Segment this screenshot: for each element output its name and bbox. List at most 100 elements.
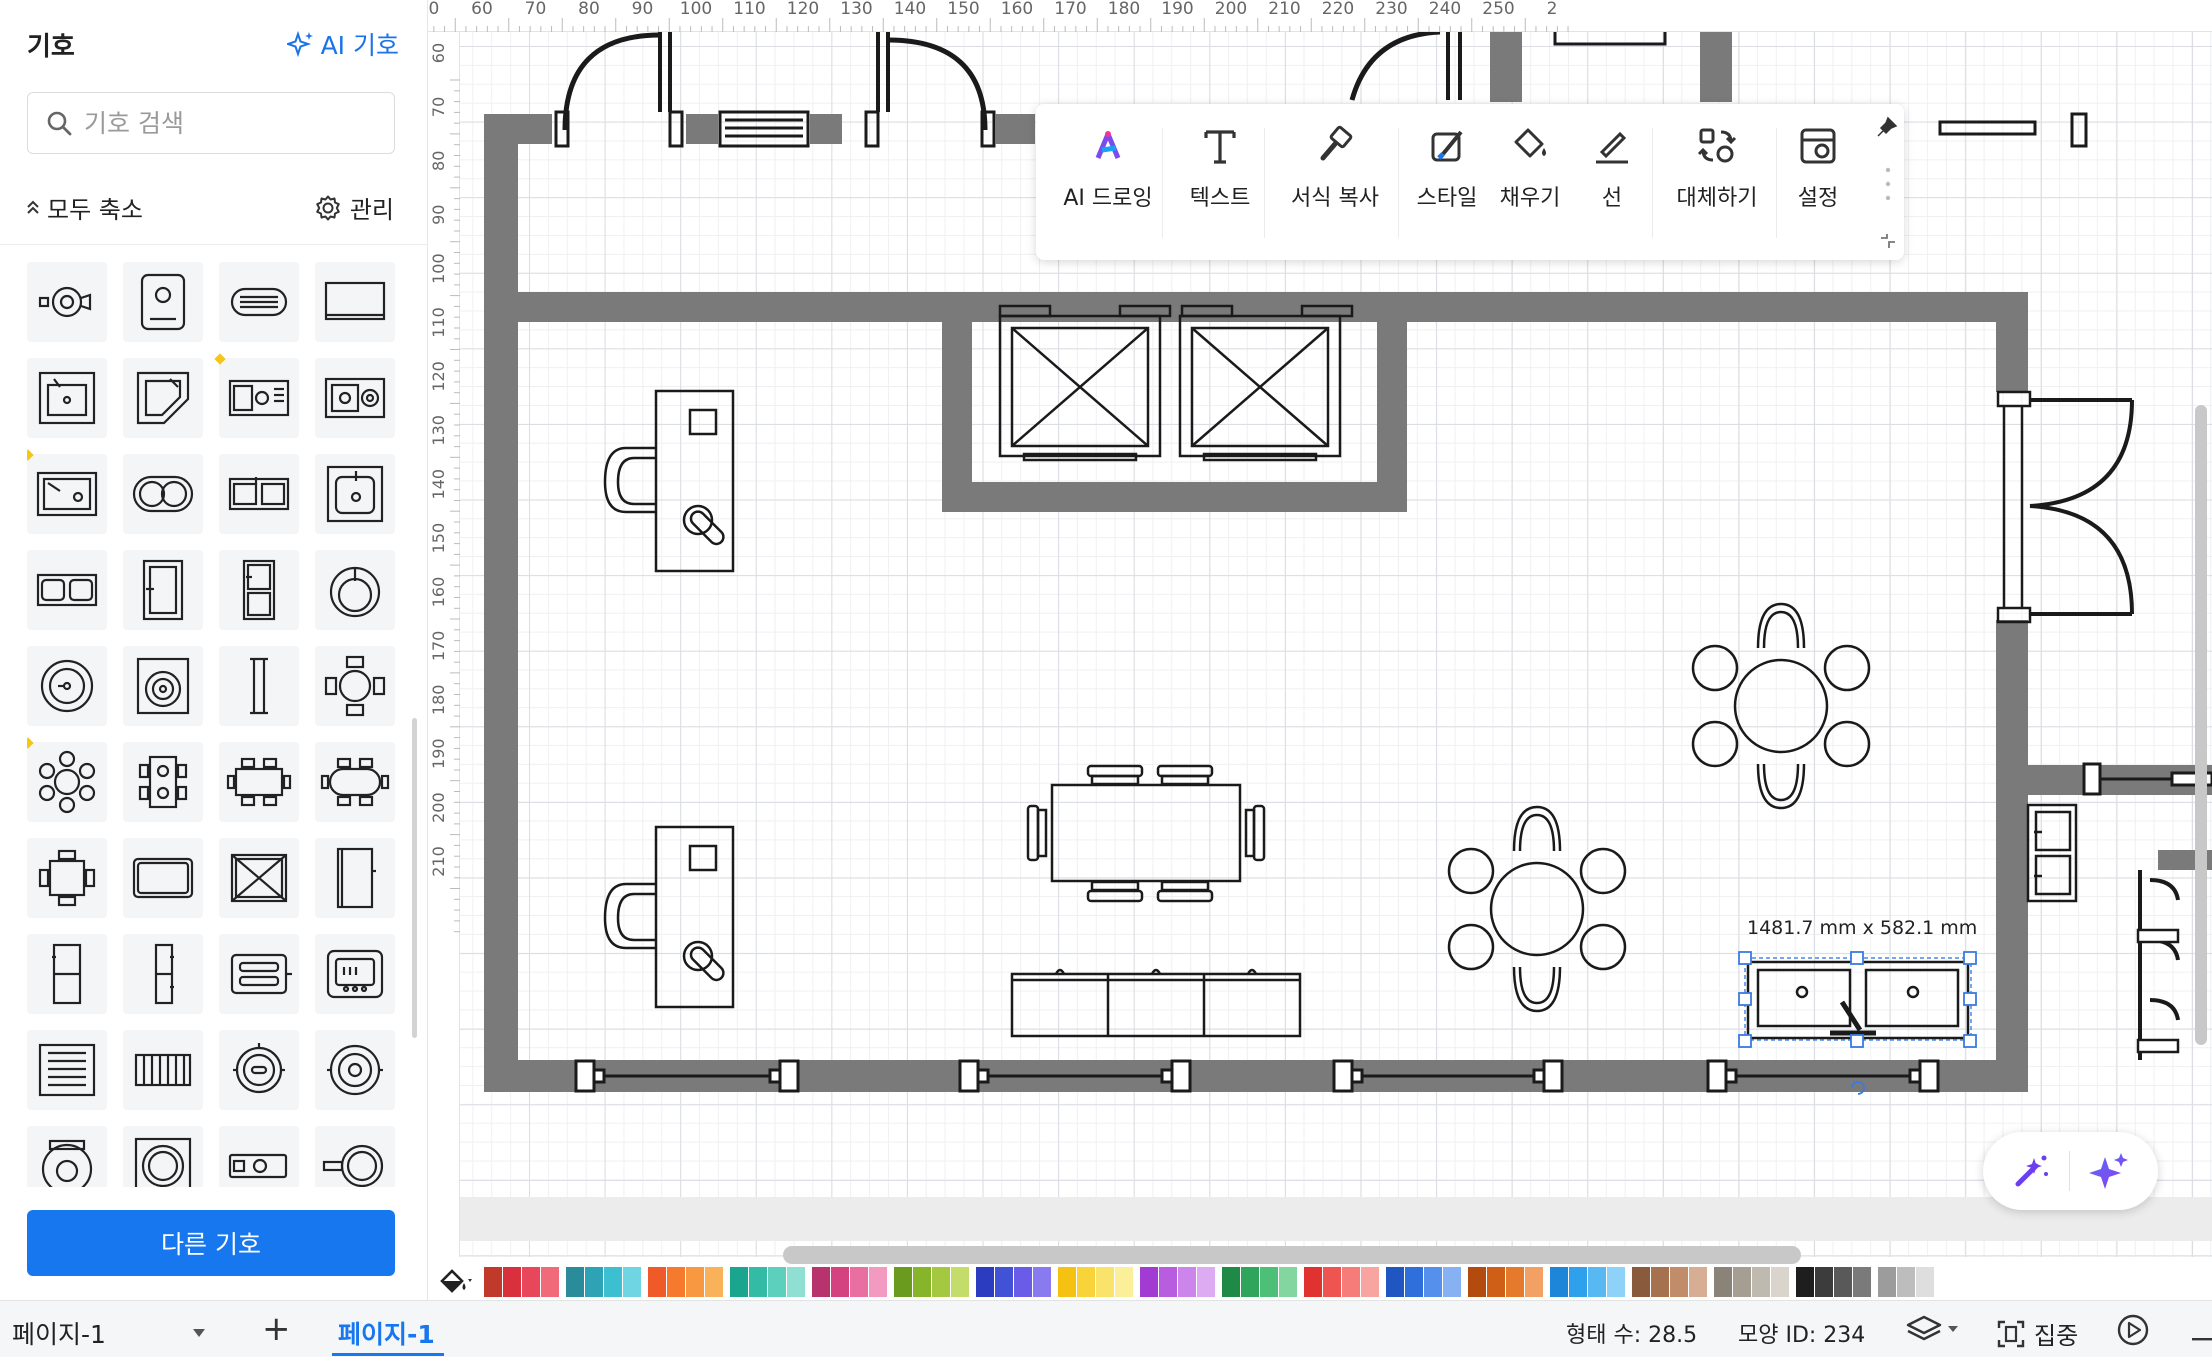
manage-button[interactable]: 관리: [314, 190, 394, 225]
color-swatch[interactable]: [1651, 1267, 1669, 1297]
symbol-round-cooker-large[interactable]: [315, 1030, 395, 1110]
panel-scrollbar[interactable]: [412, 718, 417, 1038]
symbol-grill[interactable]: [219, 262, 299, 342]
color-swatch[interactable]: [1361, 1267, 1379, 1297]
symbol-storage-box[interactable]: [219, 838, 299, 918]
color-swatch[interactable]: [869, 1267, 887, 1297]
symbol-radiator[interactable]: [27, 1030, 107, 1110]
color-swatch[interactable]: [1096, 1267, 1114, 1297]
tab-page-1[interactable]: 페이지-1: [338, 1315, 435, 1351]
fill-button[interactable]: 채우기: [1492, 124, 1568, 212]
add-page-button[interactable]: +: [262, 1309, 291, 1349]
color-swatch[interactable]: [1897, 1267, 1915, 1297]
color-swatch[interactable]: [932, 1267, 950, 1297]
play-button[interactable]: [2116, 1313, 2150, 1351]
color-swatch[interactable]: [705, 1267, 723, 1297]
color-swatch[interactable]: [1077, 1267, 1095, 1297]
symbol-toaster[interactable]: [219, 934, 299, 1014]
color-swatch[interactable]: [604, 1267, 622, 1297]
color-swatch[interactable]: [1733, 1267, 1751, 1297]
symbol-round-table-4[interactable]: [315, 646, 395, 726]
color-swatch[interactable]: [1796, 1267, 1814, 1297]
color-swatch[interactable]: [1487, 1267, 1505, 1297]
layers-button[interactable]: [1906, 1313, 1962, 1349]
color-swatch[interactable]: [1342, 1267, 1360, 1297]
color-swatch[interactable]: [1853, 1267, 1871, 1297]
color-swatch[interactable]: [503, 1267, 521, 1297]
color-swatch[interactable]: [1815, 1267, 1833, 1297]
color-swatch[interactable]: [1304, 1267, 1322, 1297]
focus-mode-button[interactable]: 집중: [1996, 1316, 2078, 1351]
symbol-sofa[interactable]: [123, 838, 203, 918]
symbol-sink-drainboard[interactable]: [315, 358, 395, 438]
color-swatch[interactable]: [1525, 1267, 1543, 1297]
color-swatch[interactable]: [1714, 1267, 1732, 1297]
color-swatch[interactable]: [1771, 1267, 1789, 1297]
stalls-right-edge[interactable]: [2136, 870, 2180, 1060]
symbol-square-sink[interactable]: [315, 454, 395, 534]
color-swatch[interactable]: [1588, 1267, 1606, 1297]
fill-color-button[interactable]: [428, 1267, 484, 1297]
symbol-heater[interactable]: [123, 1030, 203, 1110]
replace-button[interactable]: 대체하기: [1662, 124, 1772, 212]
color-swatch[interactable]: [913, 1267, 931, 1297]
more-vertical-icon[interactable]: [1884, 164, 1892, 204]
color-swatch[interactable]: [1241, 1267, 1259, 1297]
symbol-vertical-sink[interactable]: [123, 550, 203, 630]
color-swatch[interactable]: [787, 1267, 805, 1297]
symbol-corner-sink[interactable]: [123, 358, 203, 438]
style-button[interactable]: 스타일: [1406, 124, 1488, 212]
symbol-double-sink[interactable]: [219, 454, 299, 534]
symbol-double-round-sink[interactable]: [123, 454, 203, 534]
collapse-all-button[interactable]: 모두 축소: [25, 190, 143, 225]
symbol-vertical-double-sink[interactable]: [219, 550, 299, 630]
ai-sparkle-icon[interactable]: [2087, 1149, 2131, 1193]
color-swatch[interactable]: [1140, 1267, 1158, 1297]
top-door-left[interactable]: [554, 32, 996, 148]
horizontal-scrollbar[interactable]: [783, 1246, 1801, 1264]
symbol-cabinet-narrow[interactable]: [123, 934, 203, 1014]
color-swatch[interactable]: [1033, 1267, 1051, 1297]
color-swatch[interactable]: [623, 1267, 641, 1297]
rect-table-6[interactable]: [1026, 764, 1266, 903]
symbol-wardrobe[interactable]: [315, 838, 395, 918]
symbol-shelf[interactable]: [219, 646, 299, 726]
symbol-cooktop[interactable]: [27, 262, 107, 342]
symbol-oval-table-6[interactable]: [315, 742, 395, 822]
color-swatch[interactable]: [1197, 1267, 1215, 1297]
symbol-table-6-chairs[interactable]: [219, 742, 299, 822]
wall-sink-right[interactable]: [2026, 803, 2078, 903]
ai-drawing-button[interactable]: AI 드로잉: [1048, 124, 1168, 212]
pin-icon[interactable]: [1876, 116, 1898, 138]
zoom-out-button[interactable]: [2192, 1327, 2212, 1346]
color-swatch[interactable]: [1178, 1267, 1196, 1297]
color-swatch[interactable]: [1607, 1267, 1625, 1297]
color-swatch[interactable]: [894, 1267, 912, 1297]
more-symbols-button[interactable]: 다른 기호: [27, 1210, 395, 1276]
color-swatch[interactable]: [976, 1267, 994, 1297]
color-swatch[interactable]: [749, 1267, 767, 1297]
color-swatch[interactable]: [541, 1267, 559, 1297]
color-swatch[interactable]: [1550, 1267, 1568, 1297]
color-swatch[interactable]: [951, 1267, 969, 1297]
color-swatch[interactable]: [1878, 1267, 1896, 1297]
settings-button[interactable]: 설정: [1786, 124, 1850, 212]
symbol-double-sink-drainboard[interactable]: [214, 353, 299, 438]
symbol-round-stool[interactable]: [219, 1126, 299, 1187]
symbol-search-input[interactable]: [84, 108, 364, 138]
color-swatch[interactable]: [1752, 1267, 1770, 1297]
color-swatch[interactable]: [1670, 1267, 1688, 1297]
color-swatch[interactable]: [1058, 1267, 1076, 1297]
double-door-right[interactable]: [1996, 390, 2134, 624]
symbol-round-sink[interactable]: [27, 646, 107, 726]
symbol-cabinet-tall[interactable]: [27, 934, 107, 1014]
page-selector[interactable]: 페이지-1: [12, 1315, 206, 1351]
color-swatch[interactable]: [1834, 1267, 1852, 1297]
color-swatch[interactable]: [1506, 1267, 1524, 1297]
sink-station-2[interactable]: [603, 825, 735, 1009]
color-swatch[interactable]: [1014, 1267, 1032, 1297]
round-table-6-upper[interactable]: [1691, 602, 1871, 810]
color-swatch[interactable]: [831, 1267, 849, 1297]
color-swatch[interactable]: [1443, 1267, 1461, 1297]
color-swatch[interactable]: [1689, 1267, 1707, 1297]
